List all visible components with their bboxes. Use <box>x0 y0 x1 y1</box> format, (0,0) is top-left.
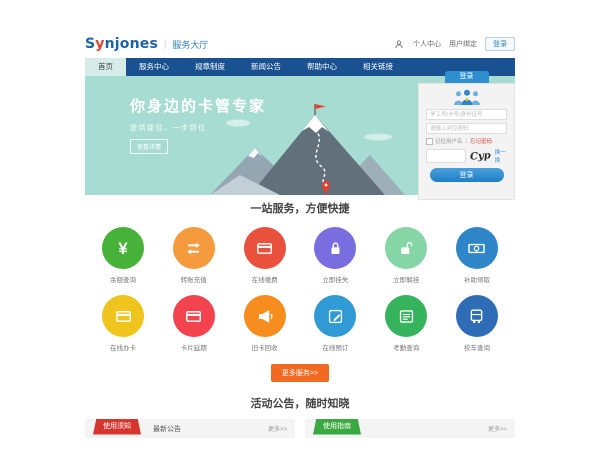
header-link-personal-center[interactable]: 个人中心 <box>413 39 441 49</box>
megaphone-icon <box>255 307 274 326</box>
login-panel: 登录 记住用户名 | 忘记密码 Cyp <box>418 71 515 200</box>
login-tab[interactable]: 登录 <box>445 71 489 83</box>
more-services-button[interactable]: 更多服务>> <box>271 364 329 382</box>
service-circle <box>102 295 144 337</box>
bank-card-icon <box>184 307 203 326</box>
captcha-image[interactable]: Cyp <box>470 150 491 162</box>
hero-cta-button[interactable]: 查看详情 <box>130 139 168 154</box>
transfer-arrows-icon <box>184 239 203 258</box>
nav-item-links[interactable]: 相关链接 <box>350 58 406 76</box>
nav-item-service-center[interactable]: 服务中心 <box>126 58 182 76</box>
remember-label: 记住用户名 <box>435 137 463 145</box>
service-circle <box>385 295 427 337</box>
service-item-apply-card[interactable]: 在线办卡 <box>91 295 155 352</box>
service-circle: ¥ <box>102 227 144 269</box>
service-circle <box>173 227 215 269</box>
service-item-report-loss[interactable]: 立即挂失 <box>303 227 367 284</box>
services-title: 一站服务，方便快捷 <box>85 200 515 216</box>
password-input[interactable] <box>426 123 507 134</box>
services-section: 一站服务，方便快捷 ¥ 余额查询 转账充值 在线缴费 <box>85 195 515 382</box>
lock-icon <box>326 239 345 258</box>
announcements-bar: 使用须知 最新公告 更多>> 使用指南 更多>> <box>85 419 515 438</box>
bus-icon <box>467 307 486 326</box>
service-item-school-bus[interactable]: 校车查询 <box>445 295 509 352</box>
service-circle <box>385 227 427 269</box>
bank-card-icon <box>114 307 133 326</box>
header-login-button[interactable]: 登录 <box>485 37 515 51</box>
service-circle <box>314 295 356 337</box>
user-icon <box>395 35 403 53</box>
service-circle <box>173 295 215 337</box>
remember-row: 记住用户名 | 忘记密码 <box>426 137 507 145</box>
service-circle <box>244 227 286 269</box>
announcements-panel-left: 使用须知 最新公告 更多>> <box>85 419 295 438</box>
users-group-icon <box>452 89 482 105</box>
nav-item-regulations[interactable]: 规章制度 <box>182 58 238 76</box>
edit-icon <box>326 307 345 326</box>
nav-item-help-center[interactable]: 帮助中心 <box>294 58 350 76</box>
remember-checkbox[interactable] <box>426 138 433 145</box>
service-item-subsidy[interactable]: 补助领取 <box>445 227 509 284</box>
service-circle <box>456 295 498 337</box>
captcha-input[interactable] <box>426 149 466 163</box>
hero-banner: 你身边的卡管专家 提供捷径，一步到位 查看详情 登录 <box>85 76 515 195</box>
hero-subtitle: 提供捷径，一步到位 <box>130 123 266 133</box>
logo[interactable]: Synjones <box>85 36 158 52</box>
yen-icon: ¥ <box>118 240 127 257</box>
service-item-balance[interactable]: ¥ 余额查询 <box>91 227 155 284</box>
nav-item-home[interactable]: 首页 <box>85 58 126 76</box>
service-circle <box>314 227 356 269</box>
service-item-card-recycle[interactable]: 旧卡回收 <box>233 295 297 352</box>
announcements-title: 活动公告，随时知晓 <box>85 395 515 411</box>
forgot-password-link[interactable]: 忘记密码 <box>470 137 492 145</box>
service-circle <box>456 227 498 269</box>
login-panel-body: 记住用户名 | 忘记密码 Cyp 换一换 登录 <box>418 83 515 200</box>
separator: | <box>466 138 467 144</box>
hero-title: 你身边的卡管专家 <box>130 95 266 116</box>
service-circle <box>244 295 286 337</box>
announcements-section: 活动公告，随时知晓 使用须知 最新公告 更多>> 使用指南 更多>> <box>85 395 515 438</box>
service-item-online-payment[interactable]: 在线缴费 <box>233 227 297 284</box>
site-container: Synjones | 服务大厅 个人中心 用户绑定 登录 首页 服务中心 规章制… <box>85 30 515 438</box>
top-header: Synjones | 服务大厅 个人中心 用户绑定 登录 <box>85 30 515 58</box>
header-link-user-binding[interactable]: 用户绑定 <box>449 39 477 49</box>
nav-item-news[interactable]: 新闻公告 <box>238 58 294 76</box>
announcements-panel-right: 使用指南 更多>> <box>305 419 515 438</box>
services-row-1: ¥ 余额查询 转账充值 在线缴费 立即挂失 <box>85 227 515 284</box>
username-input[interactable] <box>426 109 507 120</box>
captcha-refresh-link[interactable]: 换一换 <box>495 148 507 164</box>
logo-text: S <box>85 36 95 52</box>
hero-text: 你身边的卡管专家 提供捷径，一步到位 查看详情 <box>130 95 266 154</box>
login-submit-button[interactable]: 登录 <box>430 168 504 182</box>
service-item-attendance[interactable]: 考勤查询 <box>374 295 438 352</box>
captcha-row: Cyp 换一换 <box>426 148 507 164</box>
logo-accent: y <box>95 36 104 52</box>
service-item-transfer[interactable]: 转账充值 <box>162 227 226 284</box>
banknote-icon <box>467 239 486 258</box>
service-item-cancel-loss[interactable]: 立即解挂 <box>374 227 438 284</box>
more-link-right[interactable]: 更多>> <box>488 424 507 433</box>
logo-divider: | <box>164 39 166 49</box>
services-row-2: 在线办卡 卡片延期 旧卡回收 在线预订 <box>85 295 515 352</box>
unlock-icon <box>397 239 416 258</box>
site-name: 服务大厅 <box>172 38 208 51</box>
credit-card-icon <box>255 239 274 258</box>
tab-usage-notice[interactable]: 使用须知 <box>93 419 141 435</box>
tab-usage-guide[interactable]: 使用指南 <box>313 419 361 435</box>
tab-latest-news[interactable]: 最新公告 <box>153 424 181 434</box>
service-item-card-extension[interactable]: 卡片延期 <box>162 295 226 352</box>
attendance-list-icon <box>397 307 416 326</box>
service-item-online-booking[interactable]: 在线预订 <box>303 295 367 352</box>
more-link-left[interactable]: 更多>> <box>268 424 287 433</box>
logo-text-rest: njones <box>105 36 158 52</box>
